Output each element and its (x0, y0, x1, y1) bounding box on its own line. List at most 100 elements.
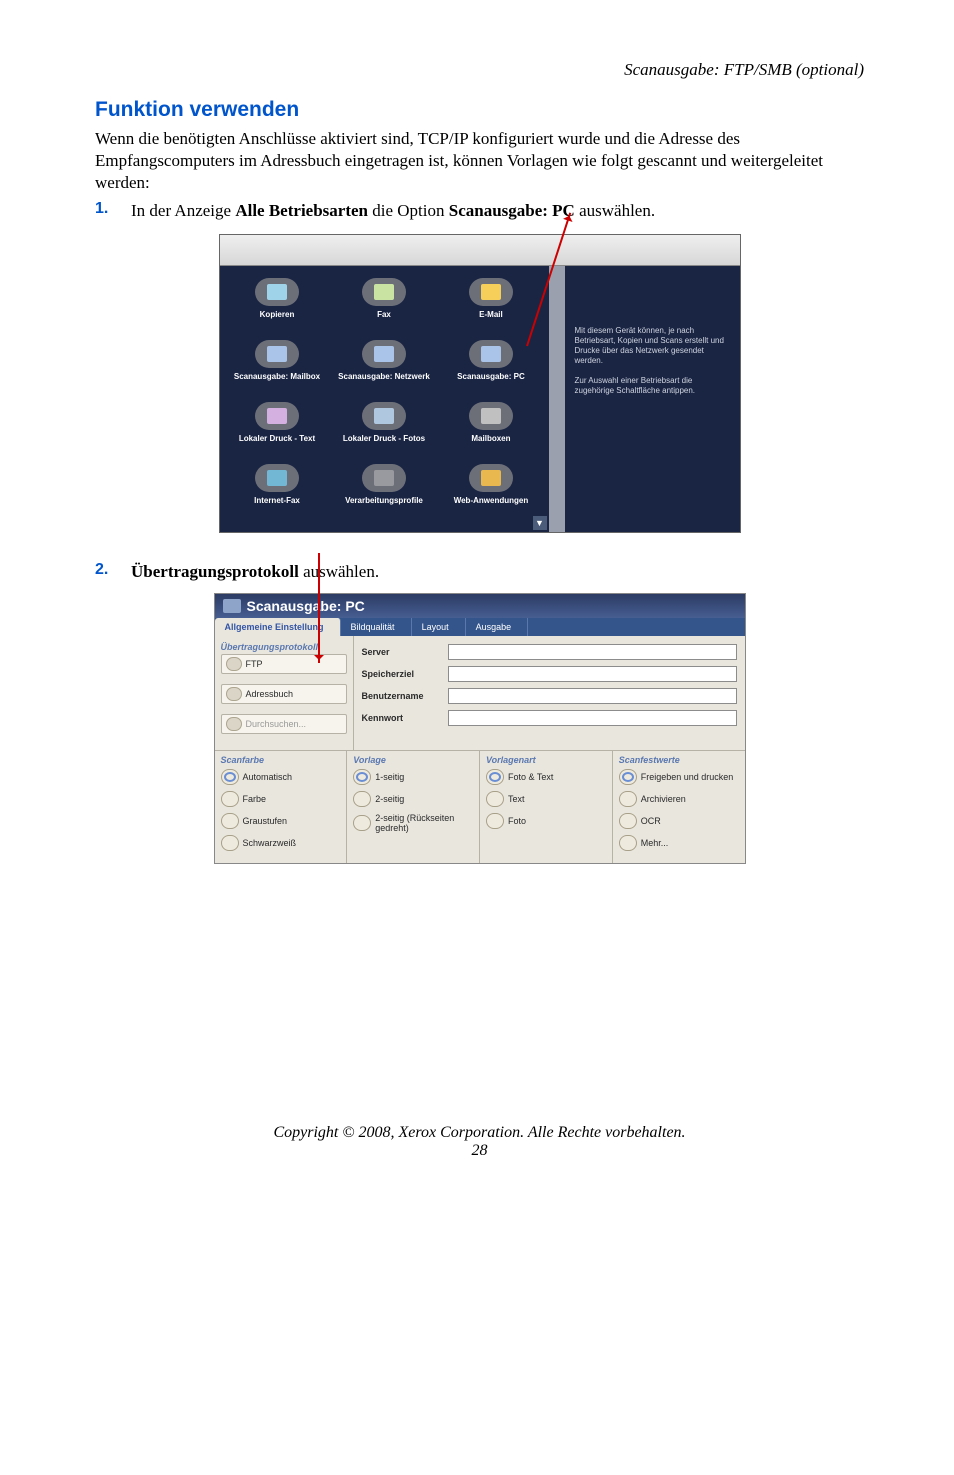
tab-output[interactable]: Ausgabe (466, 618, 529, 636)
option-item[interactable]: Schwarzweiß (221, 835, 343, 851)
browse-button[interactable]: Durchsuchen... (221, 714, 347, 734)
option-column-title: Scanfarbe (221, 755, 343, 765)
radio-icon (221, 769, 239, 785)
info-panel: Mit diesem Gerät können, je nach Betrieb… (565, 266, 740, 532)
tab-bar: Allgemeine Einstellung Bildqualität Layo… (215, 618, 745, 636)
option-column: Vorlagenart Foto & Text Text Foto (480, 751, 613, 863)
radio-icon (486, 813, 504, 829)
scan-pc-title-icon (223, 599, 241, 613)
option-item[interactable]: Farbe (221, 791, 343, 807)
scroll-down-button[interactable]: ▼ (533, 516, 547, 530)
service-local-print-photos[interactable]: Lokaler Druck - Fotos (330, 398, 437, 460)
option-label: Schwarzweiß (243, 838, 297, 848)
option-label: Foto & Text (508, 772, 553, 782)
options-row: Scanfarbe Automatisch Farbe Graustufen Schwa… (215, 751, 745, 863)
service-internet-fax[interactable]: Internet-Fax (224, 460, 331, 522)
service-kopieren[interactable]: Kopieren (224, 274, 331, 336)
scan-network-icon (362, 340, 406, 368)
step-1-bold2: Scanausgabe: PC (449, 201, 575, 220)
step-2-bold1: Übertragungsprotokoll (131, 562, 299, 581)
option-column-title: Scanfestwerte (619, 755, 741, 765)
step-1-pre: In der Anzeige (131, 201, 235, 220)
label-target: Speicherziel (362, 669, 448, 679)
service-scan-network[interactable]: Scanausgabe: Netzwerk (330, 336, 437, 398)
option-item[interactable]: Freigeben und drucken (619, 769, 741, 785)
addressbook-button[interactable]: Adressbuch (221, 684, 347, 704)
option-item[interactable]: 2-seitig (Rückseiten gedreht) (353, 813, 475, 833)
input-password[interactable] (448, 710, 737, 726)
service-mailboxes[interactable]: Mailboxen (437, 398, 544, 460)
service-scan-pc[interactable]: Scanausgabe: PC (437, 336, 544, 398)
option-item[interactable]: Automatisch (221, 769, 343, 785)
input-target[interactable] (448, 666, 737, 682)
option-label: Automatisch (243, 772, 293, 782)
step-1-mid: die Option (368, 201, 449, 220)
radio-icon (221, 791, 239, 807)
step-1-text: In der Anzeige Alle Betriebsarten die Op… (131, 200, 655, 222)
info-text-2: Zur Auswahl einer Betriebsart die zugehö… (575, 376, 730, 396)
option-label: Farbe (243, 794, 267, 804)
option-item[interactable]: Text (486, 791, 608, 807)
option-item[interactable]: 1-seitig (353, 769, 475, 785)
option-column: Scanfestwerte Freigeben und drucken Archiv… (613, 751, 745, 863)
email-icon (469, 278, 513, 306)
step-1-bold1: Alle Betriebsarten (235, 201, 368, 220)
option-item[interactable]: 2-seitig (353, 791, 475, 807)
service-scan-mailbox[interactable]: Scanausgabe: Mailbox (224, 336, 331, 398)
tab-general[interactable]: Allgemeine Einstellung (215, 618, 341, 636)
tab-image-quality[interactable]: Bildqualität (341, 618, 412, 636)
step-2-number: 2. (95, 561, 131, 583)
service-fax[interactable]: Fax (330, 274, 437, 336)
step-2-text: Übertragungsprotokoll auswählen. (131, 561, 379, 583)
scan-pc-screenshot: Scanausgabe: PC Allgemeine Einstellung B… (214, 593, 746, 864)
mailboxes-icon (469, 402, 513, 430)
radio-icon (619, 835, 637, 851)
radio-icon (619, 813, 637, 829)
step-1: 1. In der Anzeige Alle Betriebsarten die… (95, 200, 864, 222)
workflow-icon (362, 464, 406, 492)
option-label: Text (508, 794, 525, 804)
info-text-1: Mit diesem Gerät können, je nach Betrieb… (575, 326, 730, 366)
radio-icon (619, 791, 637, 807)
radio-icon (486, 791, 504, 807)
local-print-photos-icon (362, 402, 406, 430)
copyright-footer: Copyright © 2008, Xerox Corporation. All… (95, 1124, 864, 1142)
service-email[interactable]: E-Mail (437, 274, 544, 336)
option-item[interactable]: Mehr... (619, 835, 741, 851)
input-username[interactable] (448, 688, 737, 704)
window-title-bar: Scanausgabe: PC (215, 594, 745, 618)
step-2: 2. Übertragungsprotokoll auswählen. (95, 561, 864, 583)
radio-icon (353, 769, 371, 785)
option-column: Vorlage 1-seitig 2-seitig 2-seitig (Rücksei… (347, 751, 480, 863)
option-column-title: Vorlagenart (486, 755, 608, 765)
callout-arrow-2 (318, 553, 320, 663)
option-label: Graustufen (243, 816, 288, 826)
window-title: Scanausgabe: PC (247, 598, 365, 614)
option-item[interactable]: Foto & Text (486, 769, 608, 785)
option-item[interactable]: Graustufen (221, 813, 343, 829)
label-password: Kennwort (362, 713, 448, 723)
service-local-print-text[interactable]: Lokaler Druck - Text (224, 398, 331, 460)
internet-fax-icon (255, 464, 299, 492)
scan-pc-icon (469, 340, 513, 368)
transfer-protocol-heading: Übertragungsprotokoll (221, 642, 347, 652)
option-column-title: Vorlage (353, 755, 475, 765)
page-number: 28 (95, 1142, 864, 1160)
protocol-ftp-button[interactable]: FTP (221, 654, 347, 674)
service-web-apps[interactable]: Web-Anwendungen (437, 460, 544, 522)
option-item[interactable]: Archivieren (619, 791, 741, 807)
input-server[interactable] (448, 644, 737, 660)
tab-layout[interactable]: Layout (412, 618, 466, 636)
services-grid: Kopieren Fax E-Mail Scanausgabe: Mailbox… (220, 266, 565, 532)
option-label: 2-seitig (375, 794, 404, 804)
option-item[interactable]: Foto (486, 813, 608, 829)
label-server: Server (362, 647, 448, 657)
option-label: 2-seitig (Rückseiten gedreht) (375, 813, 475, 833)
running-head: Scanausgabe: FTP/SMB (optional) (95, 60, 864, 80)
service-workflow-profiles[interactable]: Verarbeitungsprofile (330, 460, 437, 522)
radio-icon (221, 835, 239, 851)
option-label: Archivieren (641, 794, 686, 804)
local-print-text-icon (255, 402, 299, 430)
radio-icon (486, 769, 504, 785)
option-item[interactable]: OCR (619, 813, 741, 829)
